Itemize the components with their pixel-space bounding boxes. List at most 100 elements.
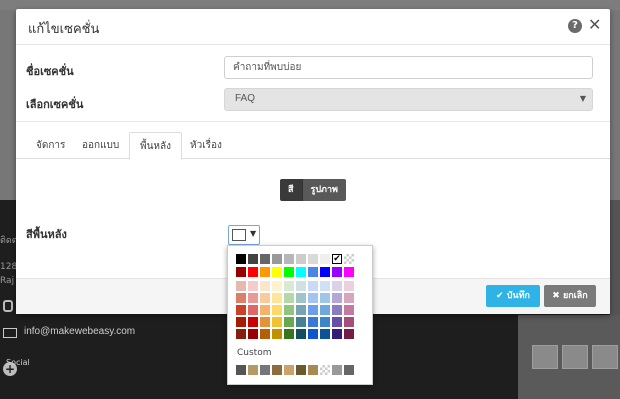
custom-color-swatch[interactable] (308, 365, 318, 375)
choose-section-value: FAQ (235, 93, 256, 104)
color-swatch[interactable] (272, 293, 282, 303)
choose-section-select[interactable]: FAQ ▼ (224, 88, 593, 111)
color-swatch[interactable] (308, 305, 318, 315)
color-swatch[interactable] (296, 293, 306, 303)
tab-design[interactable]: ออกแบบ (72, 132, 129, 159)
color-swatch[interactable] (332, 281, 342, 291)
color-swatch[interactable] (344, 254, 354, 264)
color-swatch[interactable] (308, 254, 318, 264)
section-name-input[interactable] (224, 56, 593, 79)
toggle-image-button[interactable]: รูปภาพ (301, 179, 346, 201)
custom-color-swatch[interactable] (284, 365, 294, 375)
color-swatch[interactable] (308, 329, 318, 339)
color-swatch[interactable] (260, 305, 270, 315)
color-swatch[interactable] (332, 329, 342, 339)
color-swatch[interactable] (260, 254, 270, 264)
color-swatch[interactable] (320, 329, 330, 339)
color-swatch[interactable] (260, 281, 270, 291)
color-swatch[interactable] (308, 317, 318, 327)
color-swatch[interactable] (320, 254, 330, 264)
background-text: 128 (0, 262, 18, 272)
color-swatch[interactable] (248, 317, 258, 327)
color-swatch[interactable] (296, 305, 306, 315)
custom-color-swatch[interactable] (248, 365, 258, 375)
custom-color-swatch[interactable] (332, 365, 342, 375)
color-swatch[interactable] (320, 267, 330, 277)
color-swatch[interactable] (284, 254, 294, 264)
color-swatch[interactable] (248, 267, 258, 277)
color-swatch[interactable] (308, 267, 318, 277)
color-swatch[interactable] (296, 329, 306, 339)
color-picker-button[interactable]: ▼ (228, 225, 260, 245)
color-swatch[interactable] (308, 293, 318, 303)
color-swatch[interactable] (248, 293, 258, 303)
color-swatch[interactable] (236, 254, 246, 264)
color-swatch[interactable] (320, 317, 330, 327)
color-swatch[interactable] (284, 305, 294, 315)
color-swatch[interactable] (344, 305, 354, 315)
color-swatch[interactable] (344, 317, 354, 327)
color-swatch[interactable] (272, 317, 282, 327)
close-icon[interactable]: ✕ (588, 16, 601, 34)
color-swatch[interactable] (284, 317, 294, 327)
save-button[interactable]: ✔ บันทึก (486, 285, 540, 307)
color-swatch[interactable] (320, 281, 330, 291)
cancel-button[interactable]: ✖ ยกเลิก (544, 285, 596, 307)
color-swatch[interactable] (248, 254, 258, 264)
modal-title: แก้ไขเซคชั่น (28, 22, 100, 37)
color-swatch[interactable] (332, 317, 342, 327)
check-icon: ✔ (496, 291, 507, 301)
color-swatch[interactable] (260, 329, 270, 339)
color-swatch[interactable] (272, 267, 282, 277)
color-swatch[interactable] (332, 267, 342, 277)
tab-manage[interactable]: จัดการ (26, 132, 75, 159)
color-swatch[interactable] (332, 305, 342, 315)
color-swatch[interactable] (284, 293, 294, 303)
color-swatch[interactable] (248, 281, 258, 291)
color-swatch[interactable] (248, 305, 258, 315)
color-swatch[interactable] (236, 305, 246, 315)
tab-background[interactable]: พื้นหลัง (129, 132, 183, 160)
color-swatch[interactable] (236, 293, 246, 303)
help-icon[interactable]: ? (568, 19, 582, 33)
color-swatch[interactable] (296, 281, 306, 291)
tab-heading[interactable]: หัวเรื่อง (180, 132, 232, 159)
color-swatch[interactable] (236, 317, 246, 327)
color-swatch[interactable] (236, 281, 246, 291)
custom-color-swatch[interactable] (296, 365, 306, 375)
color-swatch[interactable]: ✔ (332, 254, 342, 264)
color-swatch[interactable] (284, 267, 294, 277)
custom-color-swatch[interactable] (236, 365, 246, 375)
color-swatch[interactable] (332, 293, 342, 303)
color-swatch[interactable] (272, 305, 282, 315)
color-swatch[interactable] (344, 267, 354, 277)
custom-color-swatch[interactable] (344, 365, 354, 375)
color-swatch[interactable] (284, 329, 294, 339)
color-swatch[interactable] (296, 267, 306, 277)
color-swatch[interactable] (320, 293, 330, 303)
color-swatch[interactable] (308, 281, 318, 291)
custom-color-swatch[interactable] (320, 365, 330, 375)
save-button-label: บันทึก (506, 291, 530, 301)
custom-color-swatch[interactable] (272, 365, 282, 375)
color-swatch[interactable] (296, 317, 306, 327)
color-swatch[interactable] (236, 267, 246, 277)
color-swatch[interactable] (272, 329, 282, 339)
tab-bar: จัดการ ออกแบบ พื้นหลัง หัวเรื่อง (16, 132, 610, 160)
color-swatch[interactable] (296, 254, 306, 264)
color-swatch[interactable] (260, 267, 270, 277)
color-swatch[interactable] (260, 317, 270, 327)
color-swatch[interactable] (248, 329, 258, 339)
color-swatch[interactable] (344, 293, 354, 303)
color-swatch[interactable] (236, 329, 246, 339)
custom-color-label[interactable]: Custom (237, 348, 271, 358)
custom-color-swatch[interactable] (260, 365, 270, 375)
color-swatch[interactable] (344, 329, 354, 339)
color-swatch[interactable] (272, 281, 282, 291)
toggle-color-button[interactable]: สี (280, 179, 302, 201)
color-swatch[interactable] (260, 293, 270, 303)
color-swatch[interactable] (344, 281, 354, 291)
color-swatch[interactable] (320, 305, 330, 315)
color-swatch[interactable] (272, 254, 282, 264)
color-swatch[interactable] (284, 281, 294, 291)
